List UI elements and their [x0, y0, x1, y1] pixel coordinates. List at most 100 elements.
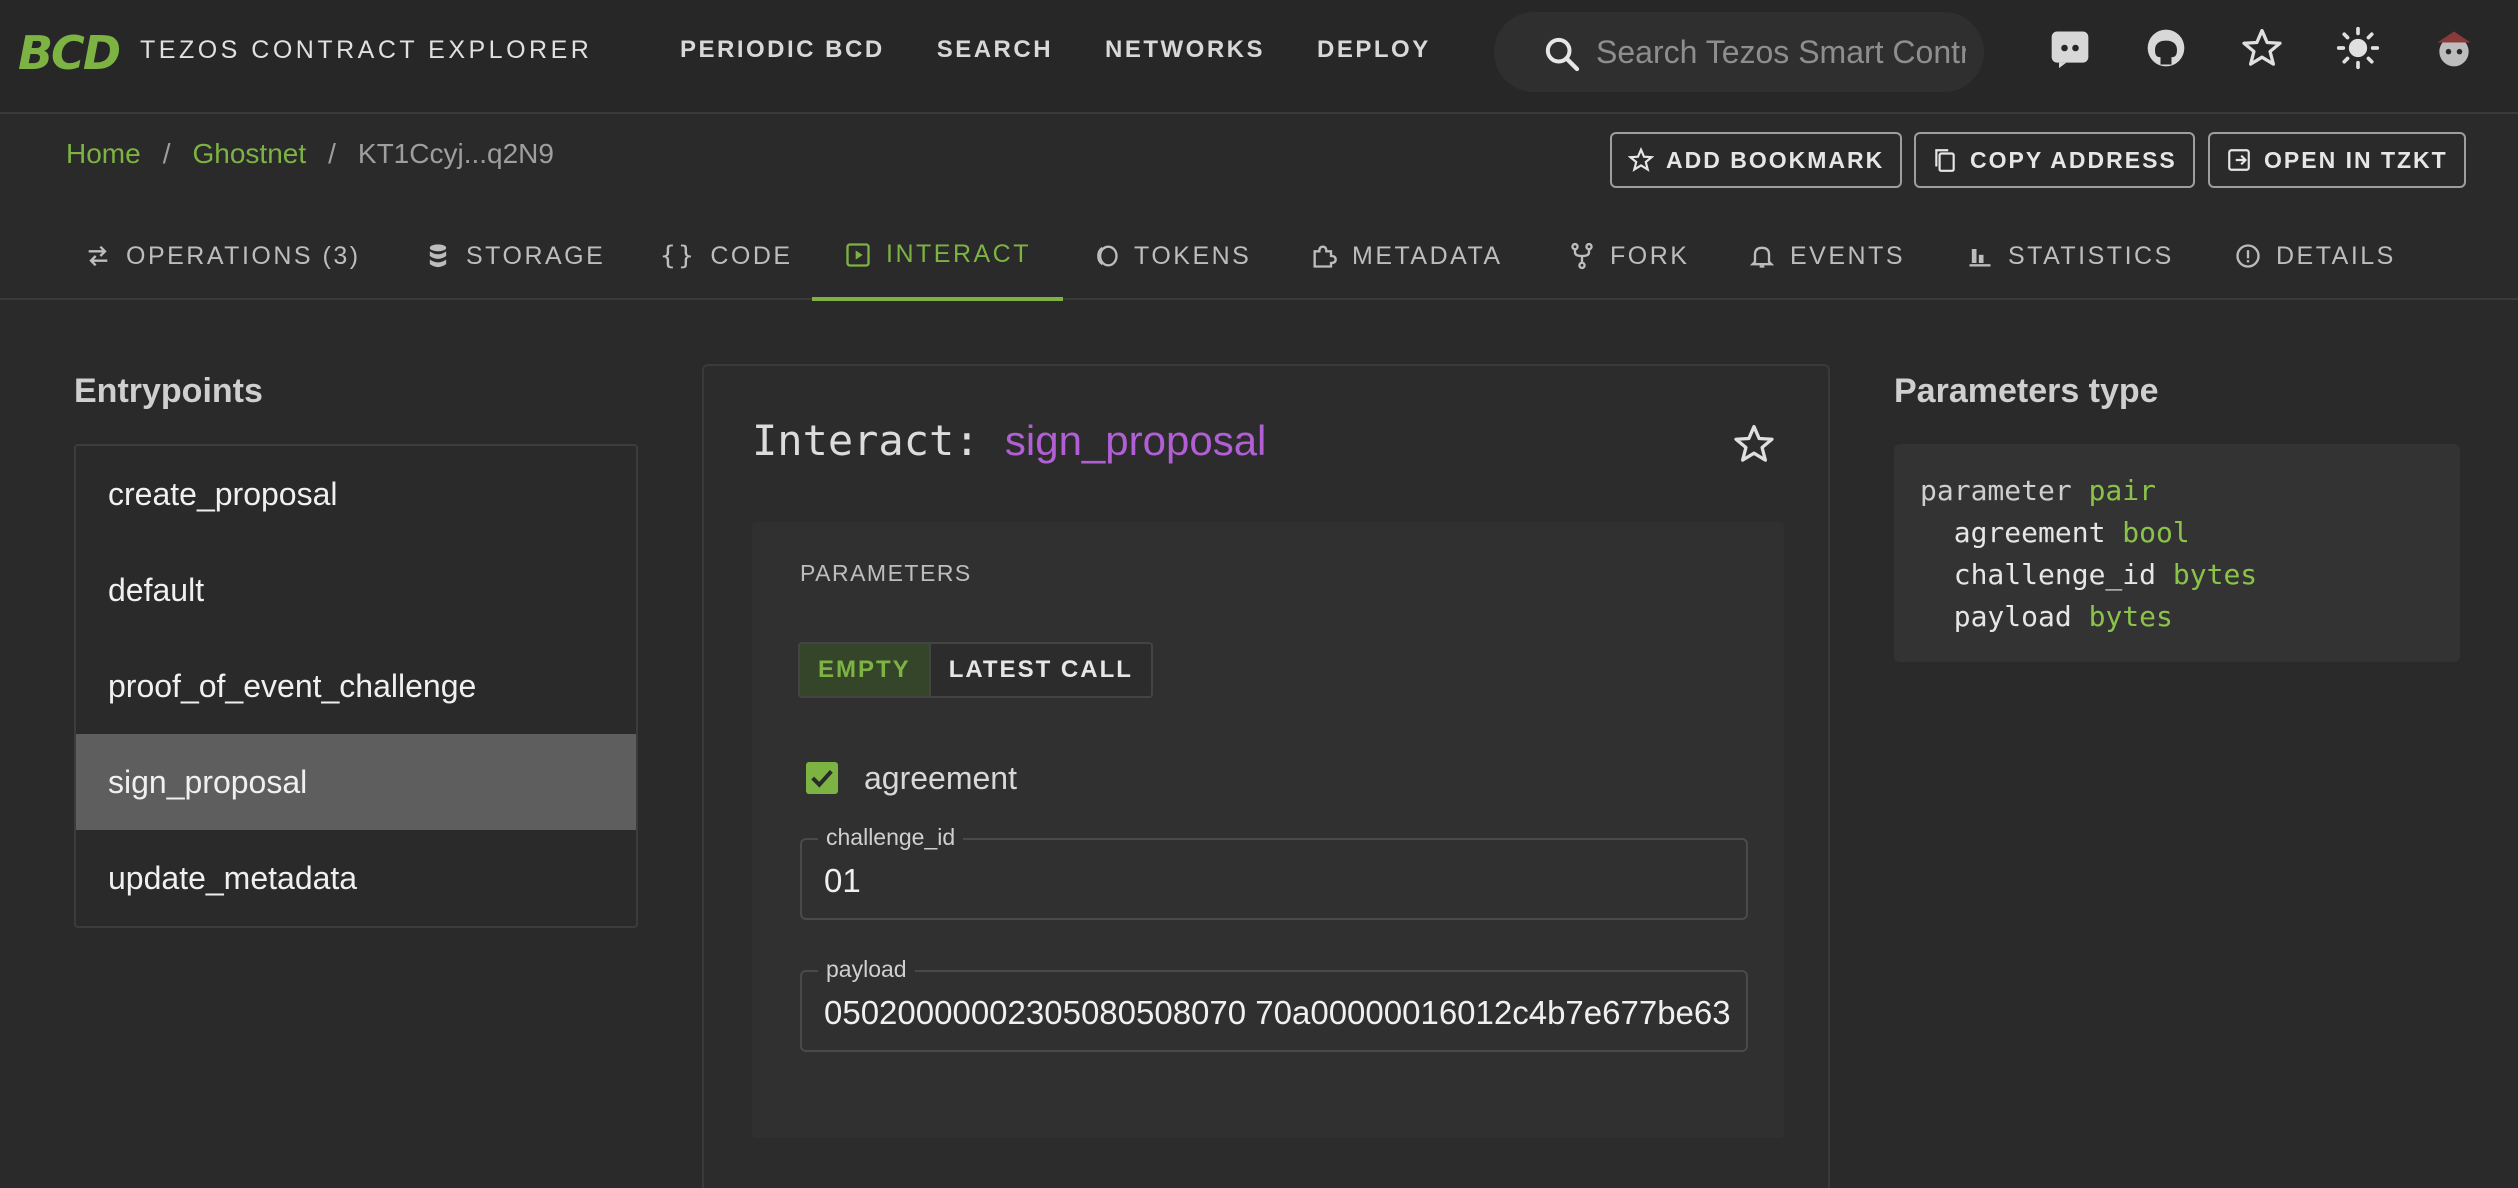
tab-tokens-label: TOKENS	[1134, 241, 1252, 270]
code-line: payload bytes	[1920, 596, 2434, 638]
payload-label: payload	[818, 956, 915, 983]
nav-search[interactable]: SEARCH	[937, 36, 1053, 64]
main-nav: PERIODIC BCD SEARCH NETWORKS DEPLOY	[680, 36, 1431, 64]
star-icon[interactable]	[2240, 26, 2284, 70]
star-bookmark-icon[interactable]	[1732, 422, 1776, 466]
braces-icon: {}	[660, 241, 697, 271]
code-line: parameter pair	[1920, 470, 2434, 512]
challenge-id-value: 01	[824, 862, 861, 899]
avatar[interactable]	[2432, 26, 2476, 70]
copy-address-button[interactable]: COPY ADDRESS	[1914, 132, 2195, 188]
parameters-label: PARAMETERS	[800, 560, 972, 586]
nav-networks[interactable]: NETWORKS	[1105, 36, 1265, 64]
tab-events-label: EVENTS	[1790, 241, 1906, 270]
tab-events[interactable]: EVENTS	[1748, 212, 1905, 300]
tab-tokens[interactable]: TOKENS	[1092, 212, 1251, 300]
tab-details-label: DETAILS	[2276, 241, 2396, 270]
coins-icon	[1097, 245, 1118, 267]
entrypoint-update-metadata[interactable]: update_metadata	[76, 830, 636, 926]
checkmark-icon	[811, 769, 833, 788]
tab-operations[interactable]: OPERATIONS (3)	[84, 212, 361, 300]
breadcrumb-separator: /	[162, 138, 171, 169]
top-bar: BCD TEZOS CONTRACT EXPLORER PERIODIC BCD…	[0, 0, 2518, 114]
tab-statistics[interactable]: STATISTICS	[1966, 212, 2174, 300]
entrypoints-title: Entrypoints	[74, 372, 263, 410]
tab-metadata-label: METADATA	[1352, 241, 1503, 270]
bell-icon	[1749, 246, 1775, 268]
challenge-id-field[interactable]: challenge_id 01	[800, 824, 1748, 920]
breadcrumb-address: KT1Ccyj...q2N9	[357, 138, 554, 169]
breadcrumb-network[interactable]: Ghostnet	[192, 138, 306, 170]
search-input[interactable]: Search Tezos Smart Contracts	[1494, 12, 1984, 92]
code-type: pair	[2088, 474, 2157, 507]
breadcrumb: Home / Ghostnet / KT1Ccyj...q2N9	[66, 138, 554, 170]
tab-details[interactable]: DETAILS	[2234, 212, 2396, 300]
info-icon	[2236, 244, 2260, 268]
entrypoint-create-proposal[interactable]: create_proposal	[76, 446, 636, 542]
nav-deploy[interactable]: DEPLOY	[1317, 36, 1431, 64]
agreement-label: agreement	[864, 760, 1017, 796]
tab-storage[interactable]: STORAGE	[424, 212, 605, 300]
code-field-name: challenge_id	[1953, 558, 2157, 591]
payload-value: 05020000002305080508070 70a00000016012c4…	[824, 994, 1732, 1031]
parameters-type-title: Parameters type	[1894, 372, 2159, 410]
play-box-icon	[846, 242, 870, 267]
interact-title: Interact: sign_proposal	[752, 416, 1266, 465]
nav-periodic-bcd[interactable]: PERIODIC BCD	[680, 36, 885, 64]
bar-chart-icon	[1969, 249, 1991, 267]
tab-statistics-label: STATISTICS	[2008, 241, 2174, 270]
latest-call-button[interactable]: LATEST CALL	[928, 644, 1151, 696]
agreement-checkbox[interactable]	[806, 762, 838, 794]
tab-operations-label: OPERATIONS (3)	[126, 241, 361, 270]
github-icon[interactable]	[2144, 26, 2188, 70]
theme-sun-icon[interactable]	[2336, 26, 2380, 70]
parameters-type-code: parameter pair agreement bool challenge_…	[1894, 444, 2460, 662]
parameters-mode-toggle: EMPTY LATEST CALL	[798, 642, 1153, 698]
entrypoint-default[interactable]: default	[76, 542, 636, 638]
breadcrumb-home[interactable]: Home	[66, 138, 141, 170]
tab-code[interactable]: {} CODE	[660, 212, 793, 300]
challenge-id-label: challenge_id	[818, 824, 964, 851]
copy-icon	[1935, 149, 1955, 172]
add-bookmark-button[interactable]: ADD BOOKMARK	[1610, 132, 1903, 188]
tab-interact-label: INTERACT	[886, 240, 1031, 268]
tab-metadata[interactable]: METADATA	[1310, 212, 1503, 300]
tab-storage-label: STORAGE	[466, 241, 606, 270]
open-in-tzkt-button[interactable]: OPEN IN TZKT	[2208, 132, 2466, 188]
add-bookmark-label: ADD BOOKMARK	[1666, 146, 1885, 173]
code-keyword: parameter	[1920, 474, 2072, 507]
puzzle-icon	[1313, 245, 1337, 268]
tab-fork[interactable]: FORK	[1568, 212, 1689, 300]
contract-tabs: OPERATIONS (3) STORAGE {} CODE INTERACT …	[0, 212, 2518, 301]
tab-fork-label: FORK	[1610, 241, 1690, 270]
open-external-icon	[2228, 149, 2250, 171]
code-line: agreement bool	[1920, 512, 2434, 554]
database-icon	[429, 244, 447, 268]
tab-interact[interactable]: INTERACT	[812, 212, 1063, 301]
app-title: TEZOS CONTRACT EXPLORER	[140, 36, 593, 64]
code-field-type: bytes	[2088, 600, 2173, 633]
fork-icon	[1571, 242, 1593, 270]
discord-icon[interactable]	[2048, 26, 2092, 70]
code-line: challenge_id bytes	[1920, 554, 2434, 596]
code-field-name: payload	[1953, 600, 2072, 633]
star-outline-icon	[1628, 147, 1654, 172]
search-placeholder: Search Tezos Smart Contracts	[1596, 34, 1966, 70]
breadcrumb-separator: /	[328, 138, 336, 169]
code-field-type: bool	[2122, 516, 2190, 549]
open-in-tzkt-label: OPEN IN TZKT	[2264, 146, 2448, 173]
entrypoint-proof-of-event-challenge[interactable]: proof_of_event_challenge	[76, 638, 636, 734]
code-field-type: bytes	[2172, 558, 2258, 591]
bcd-logo[interactable]: BCD	[18, 26, 121, 80]
interact-prefix: Interact:	[752, 416, 980, 465]
empty-mode-button[interactable]: EMPTY	[800, 644, 929, 696]
entrypoint-sign-proposal[interactable]: sign_proposal	[76, 734, 636, 830]
entrypoints-list: create_proposal default proof_of_event_c…	[74, 444, 638, 928]
payload-field[interactable]: payload 05020000002305080508070 70a00000…	[800, 956, 1748, 1052]
copy-address-label: COPY ADDRESS	[1970, 146, 2177, 173]
search-icon	[1545, 37, 1580, 72]
tab-code-label: CODE	[710, 241, 793, 270]
code-field-name: agreement	[1953, 516, 2106, 549]
swap-icon	[88, 245, 108, 267]
interact-entrypoint-name: sign_proposal	[1004, 417, 1267, 464]
